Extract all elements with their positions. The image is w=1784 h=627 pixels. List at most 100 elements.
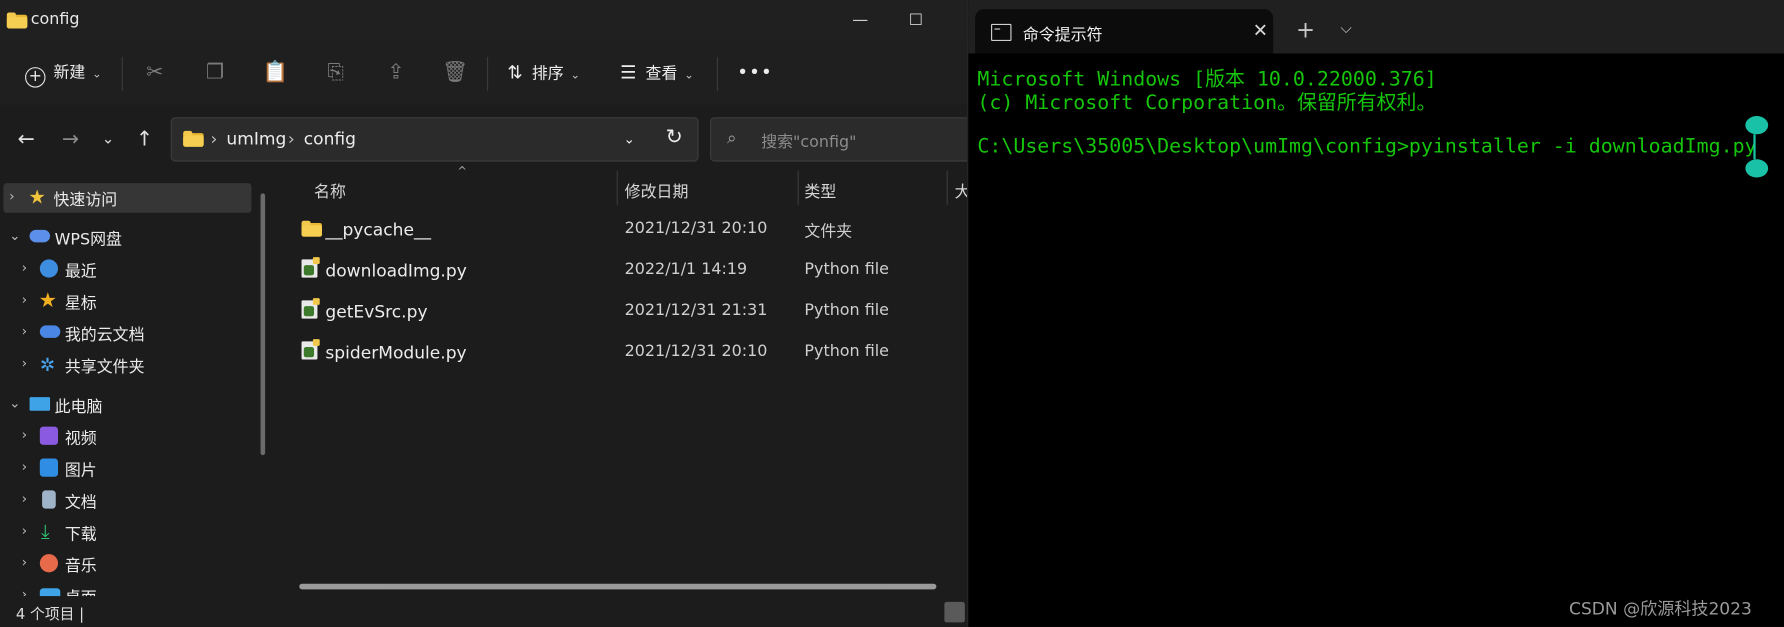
copy-icon[interactable]: ❐ <box>201 59 228 86</box>
forward-arrow-icon[interactable]: → <box>58 127 83 152</box>
nav-label: 共享文件夹 <box>64 358 145 377</box>
nav-label: 音乐 <box>64 557 97 576</box>
file-row[interactable]: __pycache__ 2021/12/31 20:10 文件夹 <box>288 210 967 249</box>
terminal-tabstrip: 命令提示符 ✕ + ⌵ <box>968 0 1784 54</box>
terminal-window: 命令提示符 ✕ + ⌵ Microsoft Windows [版本 10.0.2… <box>967 0 1784 627</box>
download-icon: ⤓ <box>40 521 50 544</box>
nav-item-music[interactable]: › 音乐 <box>0 550 253 580</box>
rename-icon[interactable]: ⎘ <box>322 59 349 86</box>
tab-dropdown-icon[interactable]: ⌵ <box>1340 20 1351 37</box>
sort-button[interactable]: ⇅ 排序 ⌄ <box>507 59 580 86</box>
nav-item-downloads[interactable]: › ⤓ 下载 <box>0 518 253 548</box>
up-arrow-icon[interactable]: ↑ <box>132 127 157 152</box>
search-placeholder: 搜索"config" <box>761 133 857 152</box>
column-divider[interactable] <box>797 170 799 205</box>
nav-item-documents[interactable]: › 文档 <box>0 486 253 516</box>
share-icon[interactable]: ⇪ <box>382 59 409 86</box>
file-row[interactable]: getEvSrc.py 2021/12/31 21:31 Python file <box>288 292 967 331</box>
paste-icon[interactable]: 📋 <box>262 59 289 86</box>
column-header-name[interactable]: 名称 <box>314 180 346 203</box>
address-bar[interactable]: › umImg › config ⌄ ↻ <box>170 117 699 162</box>
star-icon: ★ <box>38 289 58 313</box>
back-arrow-icon[interactable]: ← <box>14 127 39 152</box>
nav-label: 最近 <box>64 262 97 282</box>
search-input[interactable]: ⌕ 搜索"config" <box>709 117 968 162</box>
selection-handle-bottom[interactable] <box>1745 159 1769 178</box>
nav-label: WPS网盘 <box>54 230 122 250</box>
cut-icon[interactable]: ✂ <box>141 59 168 86</box>
column-header-type[interactable]: 类型 <box>804 180 836 203</box>
text-cursor <box>1753 134 1756 160</box>
delete-icon[interactable]: 🗑 <box>441 59 468 86</box>
nav-item-videos[interactable]: › 视频 <box>0 422 253 452</box>
nav-item-my-cloud-docs[interactable]: › 我的云文档 <box>0 319 253 349</box>
chevron-right-icon: › <box>21 490 28 507</box>
file-type: 文件夹 <box>804 223 853 242</box>
column-header-date[interactable]: 修改日期 <box>625 180 689 203</box>
nav-item-desktop[interactable]: › 桌面 <box>0 581 253 597</box>
nav-item-recent[interactable]: › 最近 <box>0 255 253 285</box>
plus-circle-icon: + <box>25 67 46 88</box>
nav-item-shared-folder[interactable]: › ✲ 共享文件夹 <box>0 350 253 380</box>
minimize-button[interactable]: — <box>849 9 872 32</box>
view-icon: ☰ <box>620 61 637 84</box>
nav-item-this-pc[interactable]: ⌄ 此电脑 <box>0 390 253 420</box>
nav-item-pictures[interactable]: › 图片 <box>0 454 253 484</box>
tab-title: 命令提示符 <box>1022 26 1103 45</box>
clock-icon <box>39 259 59 278</box>
selection-handle-top[interactable] <box>1745 116 1769 135</box>
file-name: getEvSrc.py <box>325 301 428 322</box>
file-row[interactable]: downloadImg.py 2022/1/1 14:19 Python fil… <box>288 251 967 290</box>
refresh-icon[interactable]: ↻ <box>666 125 683 149</box>
close-tab-icon[interactable]: ✕ <box>1253 19 1268 41</box>
sort-label: 排序 <box>531 64 564 84</box>
terminal-line: (c) Microsoft Corporation。保留所有权利。 <box>977 92 1437 115</box>
terminal-line: C:\Users\35005\Desktop\umImg\config>pyin… <box>977 135 1757 159</box>
navigation-pane: › ★ 快速访问 ⌄ WPS网盘 › 最近 › ★ 星标 › 我的云文档 › ✲… <box>0 170 274 597</box>
column-divider[interactable] <box>616 170 618 205</box>
file-explorer-window: config — ☐ + 新建 ⌄ ✂ ❐ 📋 ⎘ ⇪ 🗑 ⇅ 排序 ⌄ ☰ 查看 ⌄ ••… <box>0 0 968 627</box>
horizontal-scrollbar[interactable] <box>299 583 937 590</box>
search-icon: ⌕ <box>727 127 737 148</box>
nav-item-quick-access[interactable]: › ★ 快速访问 <box>3 183 252 213</box>
python-file-icon <box>301 339 320 360</box>
explorer-titlebar[interactable]: config — ☐ <box>0 0 968 41</box>
column-divider[interactable] <box>946 170 948 205</box>
tab-command-prompt[interactable]: 命令提示符 ✕ <box>975 9 1274 54</box>
cloud-icon <box>39 325 61 338</box>
nav-item-wps-drive[interactable]: ⌄ WPS网盘 <box>0 223 253 253</box>
file-row[interactable]: spiderModule.py 2021/12/31 20:10 Python … <box>288 333 967 372</box>
nav-label: 我的云文档 <box>64 326 145 345</box>
divider <box>716 56 718 92</box>
chevron-right-icon: › <box>21 259 28 276</box>
breadcrumb-config[interactable]: config <box>304 129 356 149</box>
nav-label: 星标 <box>64 294 97 313</box>
file-type: Python file <box>804 260 889 279</box>
chevron-right-icon: › <box>21 458 28 475</box>
computer-icon <box>29 397 51 411</box>
folder-icon <box>183 130 204 147</box>
file-list: 名称 ^ 修改日期 类型 大 __pycache__ 2021/12/31 20… <box>276 166 968 597</box>
details-view-icon[interactable] <box>944 601 965 623</box>
file-name: spiderModule.py <box>325 342 467 363</box>
recent-chevron-icon[interactable]: ⌄ <box>96 127 121 152</box>
breadcrumb-umimg[interactable]: umImg <box>226 129 286 149</box>
nav-item-starred[interactable]: › ★ 星标 <box>0 287 253 317</box>
column-header-size[interactable]: 大 <box>955 180 968 203</box>
nav-label: 文档 <box>64 493 97 513</box>
nav-label: 图片 <box>64 461 97 481</box>
new-tab-icon[interactable]: + <box>1296 16 1315 43</box>
nav-scrollbar[interactable] <box>260 193 266 456</box>
maximize-button[interactable]: ☐ <box>905 9 928 32</box>
address-dropdown-icon[interactable]: ⌄ <box>624 131 635 147</box>
sort-caret-icon: ^ <box>457 166 467 179</box>
more-button[interactable]: ••• <box>737 59 773 86</box>
breadcrumb-separator: › <box>287 128 295 150</box>
breadcrumb-separator: › <box>210 128 218 150</box>
view-button[interactable]: ☰ 查看 ⌄ <box>620 59 694 86</box>
document-icon <box>42 490 56 509</box>
sort-icon: ⇅ <box>507 61 523 84</box>
file-date: 2021/12/31 21:31 <box>624 301 768 320</box>
new-button[interactable]: + 新建 ⌄ <box>25 59 102 88</box>
chevron-right-icon: › <box>21 426 28 443</box>
